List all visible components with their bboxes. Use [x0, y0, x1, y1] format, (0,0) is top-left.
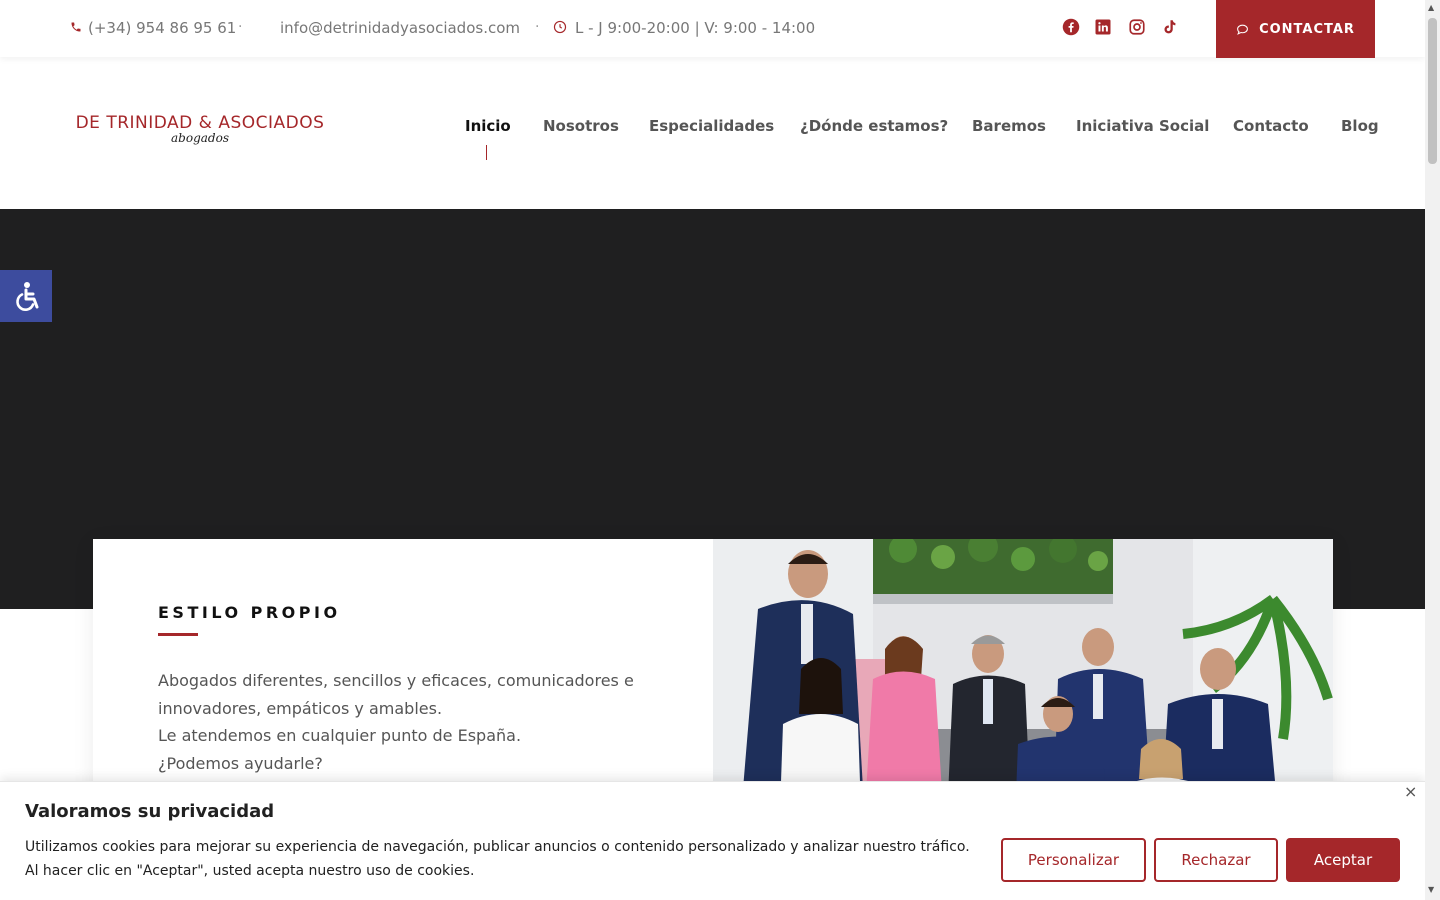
page-scrollbar[interactable]: ▲ ▼	[1425, 0, 1440, 900]
nav-item-iniciativa-social[interactable]: Iniciativa Social	[1076, 117, 1209, 135]
reject-button[interactable]: Rechazar	[1154, 838, 1278, 882]
nav-item-donde-estamos[interactable]: ¿Dónde estamos?	[800, 117, 948, 135]
phone-icon	[71, 22, 81, 32]
scrollbar-thumb[interactable]	[1428, 18, 1437, 164]
scroll-down-icon[interactable]: ▼	[1428, 885, 1434, 894]
separator-dot: ·	[535, 19, 540, 35]
phone-link[interactable]: (+34) 954 86 95 61	[70, 19, 236, 37]
cookie-title: Valoramos su privacidad	[25, 801, 275, 822]
card-text-line: Le atendemos en cualquier punto de Españ…	[158, 726, 522, 745]
chat-icon	[1237, 24, 1248, 35]
clock-icon	[553, 20, 567, 34]
accept-button[interactable]: Aceptar	[1286, 838, 1400, 882]
tiktok-icon[interactable]	[1160, 18, 1178, 36]
contact-button-label: CONTACTAR	[1259, 21, 1355, 37]
scroll-up-icon[interactable]: ▲	[1428, 3, 1434, 12]
accessibility-icon	[16, 282, 39, 311]
linkedin-icon[interactable]	[1094, 18, 1112, 36]
nav-item-blog[interactable]: Blog	[1341, 117, 1379, 135]
cookie-text: Utilizamos cookies para mejorar su exper…	[25, 839, 970, 879]
card-text-line: ¿Podemos ayudarle?	[158, 753, 323, 773]
top-bar: (+34) 954 86 95 61 · info@detrinidadyaso…	[0, 0, 1425, 58]
title-underline	[158, 633, 198, 636]
nav-item-especialidades[interactable]: Especialidades	[649, 117, 774, 135]
logo[interactable]: DE TRINIDAD & ASOCIADOS abogados	[65, 113, 335, 145]
card-text-line: Abogados diferentes, sencillos y eficace…	[158, 671, 634, 718]
main-header: DE TRINIDAD & ASOCIADOS abogados Inicio …	[0, 57, 1425, 209]
nav-item-baremos[interactable]: Baremos	[972, 117, 1046, 135]
email-link[interactable]: info@detrinidadyasociados.com	[280, 19, 520, 37]
nav-item-nosotros[interactable]: Nosotros	[543, 117, 619, 135]
hours-text: L - J 9:00-20:00 | V: 9:00 - 14:00	[575, 19, 816, 37]
card-text: Abogados diferentes, sencillos y eficace…	[158, 667, 648, 777]
customize-button[interactable]: Personalizar	[1001, 838, 1146, 882]
active-nav-indicator	[486, 145, 487, 160]
close-icon[interactable]: ×	[1404, 782, 1417, 801]
instagram-icon[interactable]	[1128, 18, 1146, 36]
card-title: ESTILO PROPIO	[158, 603, 341, 622]
logo-subtitle: abogados	[171, 131, 229, 145]
nav-item-inicio[interactable]: Inicio	[465, 117, 511, 135]
facebook-icon[interactable]	[1062, 18, 1080, 36]
cookie-banner: Valoramos su privacidad Utilizamos cooki…	[0, 781, 1425, 900]
accessibility-button[interactable]	[0, 270, 52, 322]
hours-info: L - J 9:00-20:00 | V: 9:00 - 14:00	[553, 19, 815, 37]
nav-item-contacto[interactable]: Contacto	[1233, 117, 1309, 135]
contact-button[interactable]: CONTACTAR	[1216, 0, 1375, 58]
phone-text: (+34) 954 86 95 61	[88, 19, 237, 37]
separator-dot: ·	[238, 19, 243, 35]
logo-title: DE TRINIDAD & ASOCIADOS	[75, 113, 325, 133]
